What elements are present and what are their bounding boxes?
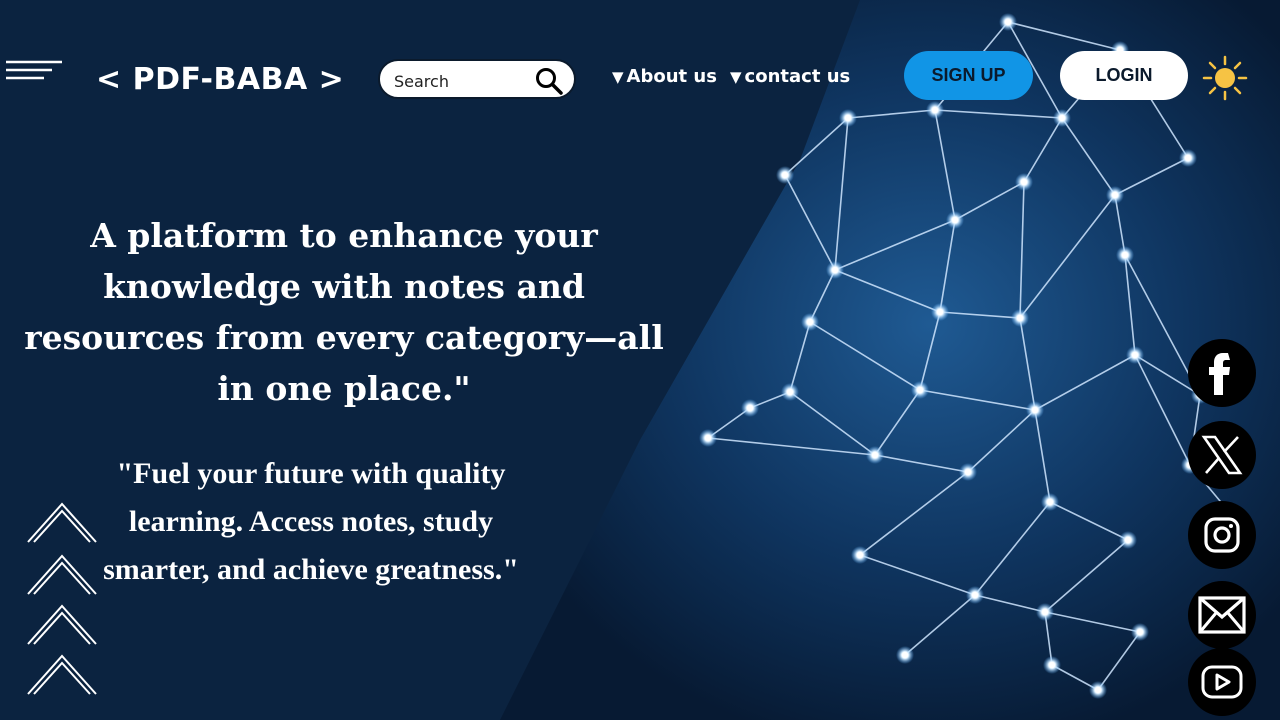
network-node-core	[871, 451, 879, 459]
mail-icon[interactable]	[1188, 581, 1256, 649]
network-node-core	[1094, 686, 1102, 694]
network-node-core	[844, 114, 852, 122]
nav-about-us[interactable]: ▼ About us	[612, 66, 717, 87]
network-node-core	[931, 106, 939, 114]
network-node-core	[916, 386, 924, 394]
search-icon[interactable]	[534, 66, 564, 96]
network-node-core	[746, 404, 754, 412]
network-node-core	[1020, 178, 1028, 186]
nav-about-us-label: About us	[626, 66, 717, 87]
network-node-core	[1004, 18, 1012, 26]
network-node-core	[1016, 314, 1024, 322]
network-node-core	[1058, 114, 1066, 122]
login-button[interactable]: LOGIN	[1060, 51, 1188, 100]
network-node-core	[1131, 351, 1139, 359]
network-node-core	[1111, 191, 1119, 199]
network-node-core	[1136, 628, 1144, 636]
instagram-icon[interactable]	[1188, 501, 1256, 569]
network-node-core	[936, 308, 944, 316]
nav-contact-us[interactable]: ▼ contact us	[730, 66, 850, 87]
nav-contact-us-label: contact us	[744, 66, 851, 87]
search-bar[interactable]	[378, 59, 576, 99]
network-node-core	[786, 388, 794, 396]
site-logo[interactable]: < PDF-BABA >	[96, 62, 344, 97]
sign-up-button[interactable]: SIGN UP	[904, 51, 1033, 100]
network-node-core	[1041, 608, 1049, 616]
hamburger-menu-icon[interactable]	[4, 58, 64, 84]
network-node-core	[1048, 661, 1056, 669]
caret-down-icon: ▼	[612, 68, 624, 86]
network-node-core	[1121, 251, 1129, 259]
youtube-icon[interactable]	[1188, 648, 1256, 716]
network-node-core	[1046, 498, 1054, 506]
network-node-core	[831, 266, 839, 274]
network-node-core	[951, 216, 959, 224]
network-node-core	[1031, 406, 1039, 414]
facebook-icon[interactable]	[1188, 339, 1256, 407]
chevron-up-icon[interactable]	[26, 500, 98, 698]
network-node-core	[901, 651, 909, 659]
network-node-core	[806, 318, 814, 326]
caret-down-icon: ▼	[730, 68, 742, 86]
network-node-core	[964, 468, 972, 476]
network-node-core	[704, 434, 712, 442]
x-icon[interactable]	[1188, 421, 1256, 489]
network-node-core	[1124, 536, 1132, 544]
search-input[interactable]	[392, 67, 536, 95]
network-node-core	[1184, 154, 1192, 162]
network-node-core	[781, 171, 789, 179]
hero-quote: "Fuel your future with quality learning.…	[103, 457, 519, 586]
network-node-core	[856, 551, 864, 559]
hero-headline: A platform to enhance your knowledge wit…	[24, 216, 664, 408]
network-node-core	[971, 591, 979, 599]
sun-icon[interactable]	[1202, 55, 1248, 101]
